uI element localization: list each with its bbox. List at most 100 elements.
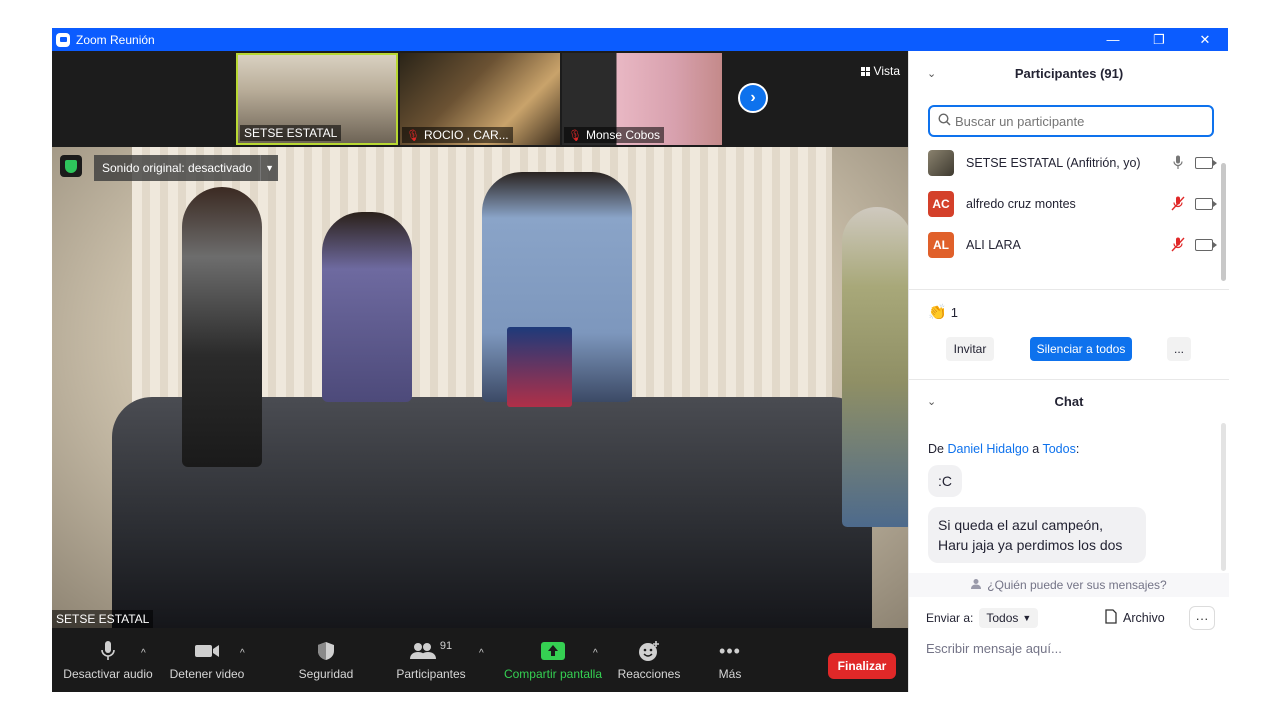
title-bar: Zoom Reunión — ❐ ✕ <box>52 28 1228 51</box>
participants-count: 91 <box>439 640 453 652</box>
participant-row[interactable]: AC alfredo cruz montes <box>909 183 1219 224</box>
view-button[interactable]: Vista <box>860 64 900 78</box>
speaker-name: SETSE ESTATAL <box>52 610 154 628</box>
meeting-toolbar: Desactivar audio ^ Detener video ^ Segur… <box>52 628 908 692</box>
send-to-label: Enviar a: <box>926 611 974 625</box>
chat-header: ⌄ Chat <box>909 379 1229 423</box>
microphone-icon <box>100 639 116 663</box>
sender-name[interactable]: Daniel Hidalgo <box>947 442 1028 456</box>
share-label: Compartir pantalla <box>503 667 603 681</box>
chat-message: Si queda el azul campeón, Haru jaja ya p… <box>928 507 1146 563</box>
share-options-caret[interactable]: ^ <box>593 648 598 659</box>
avatar: AL <box>928 231 954 258</box>
participant-name: alfredo cruz montes <box>966 196 1076 211</box>
original-sound-banner[interactable]: Sonido original: desactivado ▼ <box>94 155 279 181</box>
file-button[interactable]: Archivo <box>1105 609 1165 627</box>
participant-search-box[interactable] <box>928 105 1214 137</box>
send-to-dropdown[interactable]: Todos ▼ <box>979 608 1039 628</box>
clapping-hands-icon: 👏 <box>928 304 947 321</box>
thumbnail-name: SETSE ESTATAL <box>240 125 342 141</box>
restore-button[interactable]: ❐ <box>1136 28 1182 51</box>
grid-icon <box>860 66 870 76</box>
colon: : <box>1075 442 1080 456</box>
microphone-icon <box>1171 155 1185 171</box>
thumbnail-name: Monse Cobos <box>585 128 661 142</box>
video-label: Detener video <box>169 667 245 681</box>
participants-button[interactable]: 91 Participantes <box>390 628 472 692</box>
participant-status-icons <box>1171 155 1217 171</box>
end-meeting-button[interactable]: Finalizar <box>828 653 896 679</box>
audio-options-caret[interactable]: ^ <box>141 648 146 659</box>
participant-row[interactable]: AL ALI LARA <box>909 224 1219 265</box>
chevron-down-icon[interactable]: ▼ <box>260 155 278 181</box>
video-area: SETSE ESTATAL 🎙︎ ROCIO , CAR... 🎙︎ Monse C… <box>52 51 908 628</box>
avatar <box>928 149 954 176</box>
more-dots-icon: ··· <box>1195 610 1209 626</box>
view-label: Vista <box>873 64 900 78</box>
person-2 <box>322 212 412 402</box>
participants-title: Participantes (91) <box>1014 65 1124 81</box>
zoom-logo-icon <box>56 32 70 47</box>
divider <box>909 289 1229 290</box>
video-camera-icon <box>1195 156 1217 169</box>
window-controls: — ❐ ✕ <box>1090 28 1228 51</box>
participants-options-caret[interactable]: ^ <box>479 648 484 659</box>
video-camera-icon <box>1195 197 1217 210</box>
participant-scrollbar[interactable] <box>1221 163 1226 281</box>
collapse-chevron-icon[interactable]: ⌄ <box>927 67 936 80</box>
participant-row[interactable]: SETSE ESTATAL (Anfitrión, yo) <box>909 142 1219 183</box>
participant-name: SETSE ESTATAL (Anfitrión, yo) <box>966 155 1141 170</box>
reactions-button[interactable]: Reacciones <box>614 628 684 692</box>
reaction-count: 1 <box>950 304 958 320</box>
chat-message-line: Si queda el azul campeón, <box>938 517 1103 533</box>
close-button[interactable]: ✕ <box>1182 28 1228 51</box>
chat-message-input[interactable] <box>926 637 1216 659</box>
thumbnail-name-tag: 🎙︎ Monse Cobos <box>564 127 665 143</box>
avatar: AC <box>928 190 954 217</box>
sound-banner-text: Sonido original: desactivado <box>102 161 253 175</box>
search-icon <box>938 113 951 129</box>
stop-video-button[interactable]: Detener video <box>166 628 248 692</box>
main-video: Sonido original: desactivado ▼ SETSE EST… <box>52 147 908 628</box>
file-label: Archivo <box>1123 611 1165 625</box>
participants-icon: 91 <box>409 639 453 663</box>
privacy-note[interactable]: ¿Quién puede ver sus mensajes? <box>909 573 1229 597</box>
participant-status-icons <box>1171 237 1217 253</box>
reaction-summary: 👏 1 <box>928 303 958 321</box>
reactions-label: Reacciones <box>617 667 681 681</box>
from-prefix: De <box>928 442 944 456</box>
search-input[interactable] <box>955 113 1195 129</box>
window-title: Zoom Reunión <box>76 32 155 47</box>
minimize-button[interactable]: — <box>1090 28 1136 51</box>
encryption-shield-icon[interactable] <box>60 155 82 177</box>
invite-button[interactable]: Invitar <box>946 337 994 361</box>
video-options-caret[interactable]: ^ <box>240 648 245 659</box>
chat-title: Chat <box>1054 393 1084 409</box>
thumbnail-monse-cobos[interactable]: 🎙︎ Monse Cobos <box>562 53 722 145</box>
participant-name: ALI LARA <box>966 237 1021 252</box>
more-label: Más <box>718 667 742 681</box>
chevron-down-icon: ▼ <box>1022 613 1032 623</box>
thumbnail-rocio[interactable]: 🎙︎ ROCIO , CAR... <box>400 53 560 145</box>
next-page-button[interactable]: › <box>738 83 768 113</box>
participants-more-button[interactable]: ... <box>1167 337 1191 361</box>
mute-button[interactable]: Desactivar audio <box>62 628 154 692</box>
share-screen-button[interactable]: Compartir pantalla <box>500 628 606 692</box>
video-camera-icon <box>1195 238 1217 251</box>
security-button[interactable]: Seguridad <box>292 628 360 692</box>
mic-muted-icon: 🎙︎ <box>406 130 420 142</box>
participants-header: ⌄ Participantes (91) <box>909 51 1229 95</box>
send-to-row: Enviar a: Todos ▼ <box>926 607 1216 629</box>
chevron-right-icon: › <box>750 89 756 106</box>
chat-message-line: Haru jaja ya perdimos los dos <box>938 537 1123 553</box>
chat-more-button[interactable]: ··· <box>1189 606 1215 630</box>
thumbnail-setse-estatal[interactable]: SETSE ESTATAL <box>236 53 398 145</box>
chat-scrollbar[interactable] <box>1221 423 1226 571</box>
mute-all-button[interactable]: Silenciar a todos <box>1030 337 1132 361</box>
collapse-chevron-icon[interactable]: ⌄ <box>927 395 936 408</box>
recipient-name[interactable]: Todos <box>1042 442 1075 456</box>
shield-icon <box>317 639 335 663</box>
privacy-text: ¿Quién puede ver sus mensajes? <box>987 578 1167 592</box>
more-button[interactable]: ••• Más <box>704 628 756 692</box>
video-camera-icon <box>194 639 220 663</box>
